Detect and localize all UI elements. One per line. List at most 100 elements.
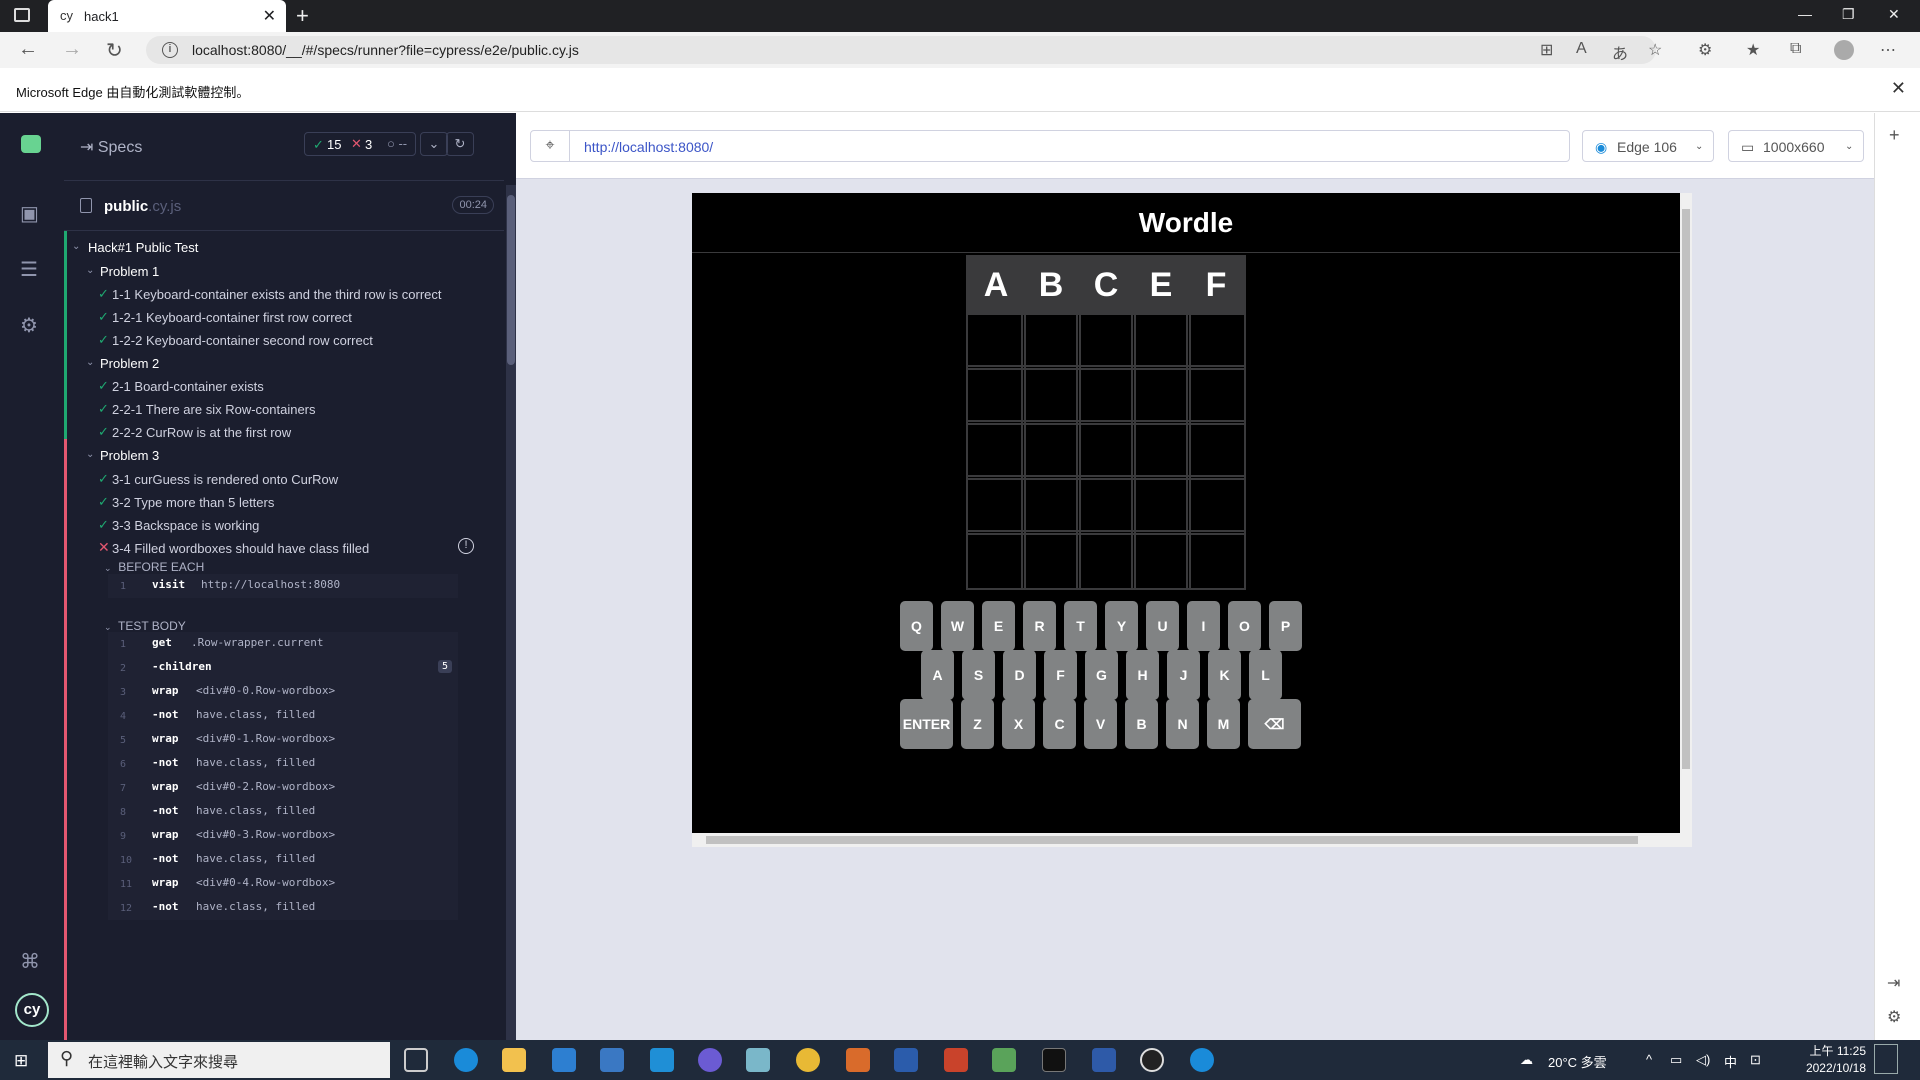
keyboard-key[interactable]: J [1167,650,1200,700]
aut-vertical-scrollbar[interactable] [1680,193,1692,833]
test-row-passed[interactable]: ✓ 1-1 Keyboard-container exists and the t… [64,283,504,306]
project-logo-icon[interactable] [21,135,41,153]
runs-icon[interactable]: ▣ [20,201,39,226]
notepad-icon[interactable] [992,1048,1016,1072]
volume-icon[interactable]: ◁) [1696,1052,1710,1068]
problem-row[interactable]: ⌄ Problem 3 [64,444,504,467]
collections-icon[interactable]: ⧉ [1790,40,1801,58]
keyboard-key[interactable]: A [921,650,954,700]
site-info-icon[interactable]: i [162,42,178,58]
weather-text[interactable]: 20°C 多雲 [1548,1052,1607,1071]
keyboard-key[interactable]: E [982,601,1015,651]
calculator-icon[interactable] [600,1048,624,1072]
error-info-icon[interactable]: ! [458,538,474,554]
more-menu-icon[interactable]: ⋯ [1880,40,1896,60]
problem-row[interactable]: ⌄ Problem 1 [64,260,504,283]
chrome-icon[interactable] [796,1048,820,1072]
favorite-star-icon[interactable]: ☆ [1648,40,1662,60]
keyboard-shortcuts-icon[interactable]: ⌘ [20,949,40,974]
profile-avatar-icon[interactable] [1834,40,1854,60]
test-row-passed[interactable]: ✓ 2-1 Board-container exists [64,375,504,398]
keyboard-key[interactable]: Y [1105,601,1138,651]
sidebar-settings-icon[interactable]: ⚙ [1887,1007,1901,1027]
powerpoint-icon[interactable] [944,1048,968,1072]
keyboard-key[interactable]: K [1208,650,1241,700]
command-row[interactable]: 1 visit http://localhost:8080 [108,574,458,598]
tab-close-icon[interactable]: ✕ [263,6,276,26]
cypress-taskbar-icon[interactable] [1140,1048,1164,1072]
specs-list-icon[interactable]: ☰ [20,257,38,282]
keyboard-key[interactable]: X [1002,699,1035,749]
back-icon[interactable]: ← [18,38,38,61]
specs-toggle[interactable]: ⇥ Specs [80,137,142,157]
minimize-icon[interactable]: — [1798,6,1812,22]
browser-selector[interactable]: ◉ Edge 106 ⌄ [1582,130,1714,162]
selector-playground-icon[interactable]: ⌖ [530,130,570,162]
reporter-scrollbar[interactable] [506,185,516,1040]
infobar-close-icon[interactable]: ✕ [1891,78,1906,99]
tray-chevron-icon[interactable]: ^ [1646,1052,1652,1067]
hide-sidebar-icon[interactable]: ⇥ [1887,973,1900,993]
scroll-thumb[interactable] [507,195,515,365]
app-drop-icon[interactable] [698,1048,722,1072]
aut-horizontal-scrollbar[interactable] [692,833,1692,847]
command-row[interactable]: 9 wrap <div#0-3.Row-wordbox> [108,824,458,848]
keyboard-key[interactable]: P [1269,601,1302,651]
keyboard-key[interactable]: C [1043,699,1076,749]
keyboard-key[interactable]: I [1187,601,1220,651]
command-row[interactable]: 10 -not have.class, filled [108,848,458,872]
keyboard-key[interactable]: S [962,650,995,700]
keyboard-key[interactable]: G [1085,650,1118,700]
new-tab-icon[interactable]: + [296,3,309,29]
word-icon[interactable] [894,1048,918,1072]
store-icon[interactable] [552,1048,576,1072]
command-row[interactable]: 8 -not have.class, filled [108,800,458,824]
suite-row[interactable]: ⌄ Hack#1 Public Test [64,236,504,259]
command-row[interactable]: 2 -children 5 [108,656,458,680]
problem-row[interactable]: ⌄ Problem 2 [64,352,504,375]
ime-mode-icon[interactable]: ⊡ [1750,1052,1761,1068]
keyboard-key[interactable]: H [1126,650,1159,700]
keyboard-key[interactable]: Q [900,601,933,651]
command-row[interactable]: 6 -not have.class, filled [108,752,458,776]
keyboard-key[interactable]: B [1125,699,1158,749]
browser-tab[interactable]: cy hack1 ✕ [48,0,286,32]
terminal-icon[interactable] [1042,1048,1066,1072]
ime-indicator[interactable]: 中 [1724,1052,1737,1071]
command-row[interactable]: 5 wrap <div#0-1.Row-wordbox> [108,728,458,752]
taskbar-search[interactable]: ⚲ 在這裡輸入文字來搜尋 [48,1042,390,1078]
command-row[interactable]: 7 wrap <div#0-2.Row-wordbox> [108,776,458,800]
address-bar[interactable]: i localhost:8080/__/#/specs/runner?file=… [146,36,1656,64]
keyboard-key[interactable]: R [1023,601,1056,651]
keyboard-key[interactable]: O [1228,601,1261,651]
cypress-logo-icon[interactable]: cy [15,993,49,1027]
scroll-thumb[interactable] [706,836,1638,844]
vscode-icon[interactable] [650,1048,674,1072]
tab-actions-icon[interactable] [14,8,30,22]
before-each-header[interactable]: ⌄ BEFORE EACH [104,560,204,574]
weather-icon[interactable]: ☁ [1520,1052,1533,1068]
system-clock[interactable]: 上午 11:25 2022/10/18 [1800,1043,1866,1077]
settings-gear-icon[interactable]: ⚙ [20,313,38,338]
app-icon[interactable] [746,1048,770,1072]
enter-key[interactable]: ENTER [900,699,953,749]
aut-url-bar[interactable]: http://localhost:8080/ [570,130,1570,162]
file-explorer-icon[interactable] [502,1048,526,1072]
command-row[interactable]: 11 wrap <div#0-4.Row-wordbox> [108,872,458,896]
keyboard-key[interactable]: L [1249,650,1282,700]
windows-start-icon[interactable]: ⊞ [14,1051,28,1071]
keyboard-key[interactable]: V [1084,699,1117,749]
viewport-selector[interactable]: ▭ 1000x660 ⌄ [1728,130,1864,162]
test-row-passed[interactable]: ✓ 2-2-2 CurRow is at the first row [64,421,504,444]
keyboard-key[interactable]: W [941,601,974,651]
matlab-icon[interactable] [846,1048,870,1072]
command-row[interactable]: 3 wrap <div#0-0.Row-wordbox> [108,680,458,704]
test-row-passed[interactable]: ✓ 3-2 Type more than 5 letters [64,491,504,514]
network-icon[interactable]: ▭ [1670,1052,1682,1068]
extensions-icon[interactable]: ⚙ [1698,40,1712,60]
app-available-icon[interactable]: ⊞ [1540,40,1553,60]
test-row-passed[interactable]: ✓ 1-2-1 Keyboard-container first row corr… [64,306,504,329]
keyboard-key[interactable]: N [1166,699,1199,749]
read-aloud-icon[interactable]: A [1576,40,1587,58]
refresh-icon[interactable]: ↻ [106,38,123,63]
